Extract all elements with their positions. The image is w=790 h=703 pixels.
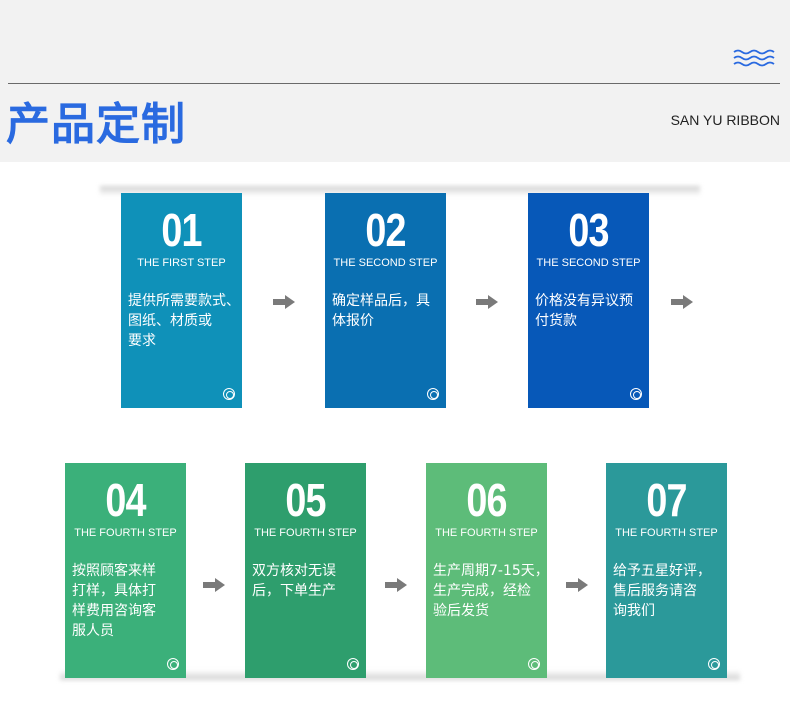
step-card-04: 04 THE FOURTH STEP 按照顾客来样 打样，具体打 样费用咨询客 服人员 <box>65 463 186 678</box>
step-label: THE FOURTH STEP <box>74 527 177 539</box>
step-number: 05 <box>285 474 326 526</box>
brand-name: SAN YU RIBBON <box>670 112 780 128</box>
circle-icon <box>708 658 720 670</box>
description-line: 询我们 <box>613 603 655 619</box>
description-line: 打样，具体打 <box>72 583 156 599</box>
step-card-05: 05 THE FOURTH STEP 双方核对无误 后，下单生产 <box>245 463 366 678</box>
description-line: 给予五星好评， <box>613 563 711 579</box>
description-line: 后，下单生产 <box>252 583 336 599</box>
circle-icon <box>630 388 642 400</box>
step-number: 01 <box>161 204 202 256</box>
header: 产品定制 SAN YU RIBBON <box>0 0 790 162</box>
circle-icon <box>427 388 439 400</box>
arrow-right-icon <box>566 578 588 592</box>
step-description: 价格没有异议预 付货款 <box>535 291 647 331</box>
step-card-01: 01 THE FIRST STEP 提供所需要款式、 图纸、材质或 要求 <box>121 193 242 408</box>
description-line: 样费用咨询客 <box>72 603 156 619</box>
circle-icon <box>347 658 359 670</box>
divider <box>8 83 780 84</box>
step-label: THE FOURTH STEP <box>435 527 538 539</box>
description-line: 售后服务请咨 <box>613 583 697 599</box>
step-description: 提供所需要款式、 图纸、材质或 要求 <box>128 291 240 351</box>
step-number: 07 <box>646 474 687 526</box>
step-label: THE SECOND STEP <box>536 257 641 269</box>
step-label: THE FOURTH STEP <box>254 527 357 539</box>
description-line: 服人员 <box>72 623 114 639</box>
circle-icon <box>528 658 540 670</box>
description-line: 双方核对无误 <box>252 563 336 579</box>
step-label: THE FOURTH STEP <box>615 527 718 539</box>
page-title: 产品定制 <box>6 99 186 150</box>
step-label: THE SECOND STEP <box>333 257 438 269</box>
step-card-02: 02 THE SECOND STEP 确定样品后，具 体报价 <box>325 193 446 408</box>
step-description: 双方核对无误 后，下单生产 <box>252 561 364 601</box>
step-number: 04 <box>105 474 146 526</box>
step-description: 生产周期7-15天， 生产完成，经检 验后发货 <box>433 561 549 621</box>
description-line: 付货款 <box>535 313 577 329</box>
circle-icon <box>167 658 179 670</box>
arrow-right-icon <box>203 578 225 592</box>
description-line: 提供所需要款式、 <box>128 293 240 309</box>
description-line: 确定样品后，具 <box>332 293 430 309</box>
description-line: 体报价 <box>332 313 374 329</box>
arrow-right-icon <box>385 578 407 592</box>
step-card-07: 07 THE FOURTH STEP 给予五星好评， 售后服务请咨 询我们 <box>606 463 727 678</box>
step-number: 03 <box>568 204 609 256</box>
description-line: 验后发货 <box>433 603 489 619</box>
description-line: 按照顾客来样 <box>72 563 156 579</box>
step-number: 06 <box>466 474 507 526</box>
arrow-right-icon <box>476 295 498 309</box>
description-line: 图纸、材质或 <box>128 313 212 329</box>
description-line: 生产完成，经检 <box>433 583 531 599</box>
arrow-right-icon <box>671 295 693 309</box>
step-description: 按照顾客来样 打样，具体打 样费用咨询客 服人员 <box>72 561 184 641</box>
step-description: 给予五星好评， 售后服务请咨 询我们 <box>613 561 725 621</box>
description-line: 生产周期7-15天， <box>433 563 549 579</box>
description-line: 价格没有异议预 <box>535 293 633 309</box>
arrow-right-icon <box>273 295 295 309</box>
step-card-06: 06 THE FOURTH STEP 生产周期7-15天， 生产完成，经检 验后发货 <box>426 463 549 678</box>
step-description: 确定样品后，具 体报价 <box>332 291 444 331</box>
circle-icon <box>223 388 235 400</box>
step-label: THE FIRST STEP <box>137 257 226 269</box>
step-card-03: 03 THE SECOND STEP 价格没有异议预 付货款 <box>528 193 649 408</box>
description-line: 要求 <box>128 333 156 349</box>
step-number: 02 <box>365 204 406 256</box>
waves-icon <box>733 49 775 67</box>
